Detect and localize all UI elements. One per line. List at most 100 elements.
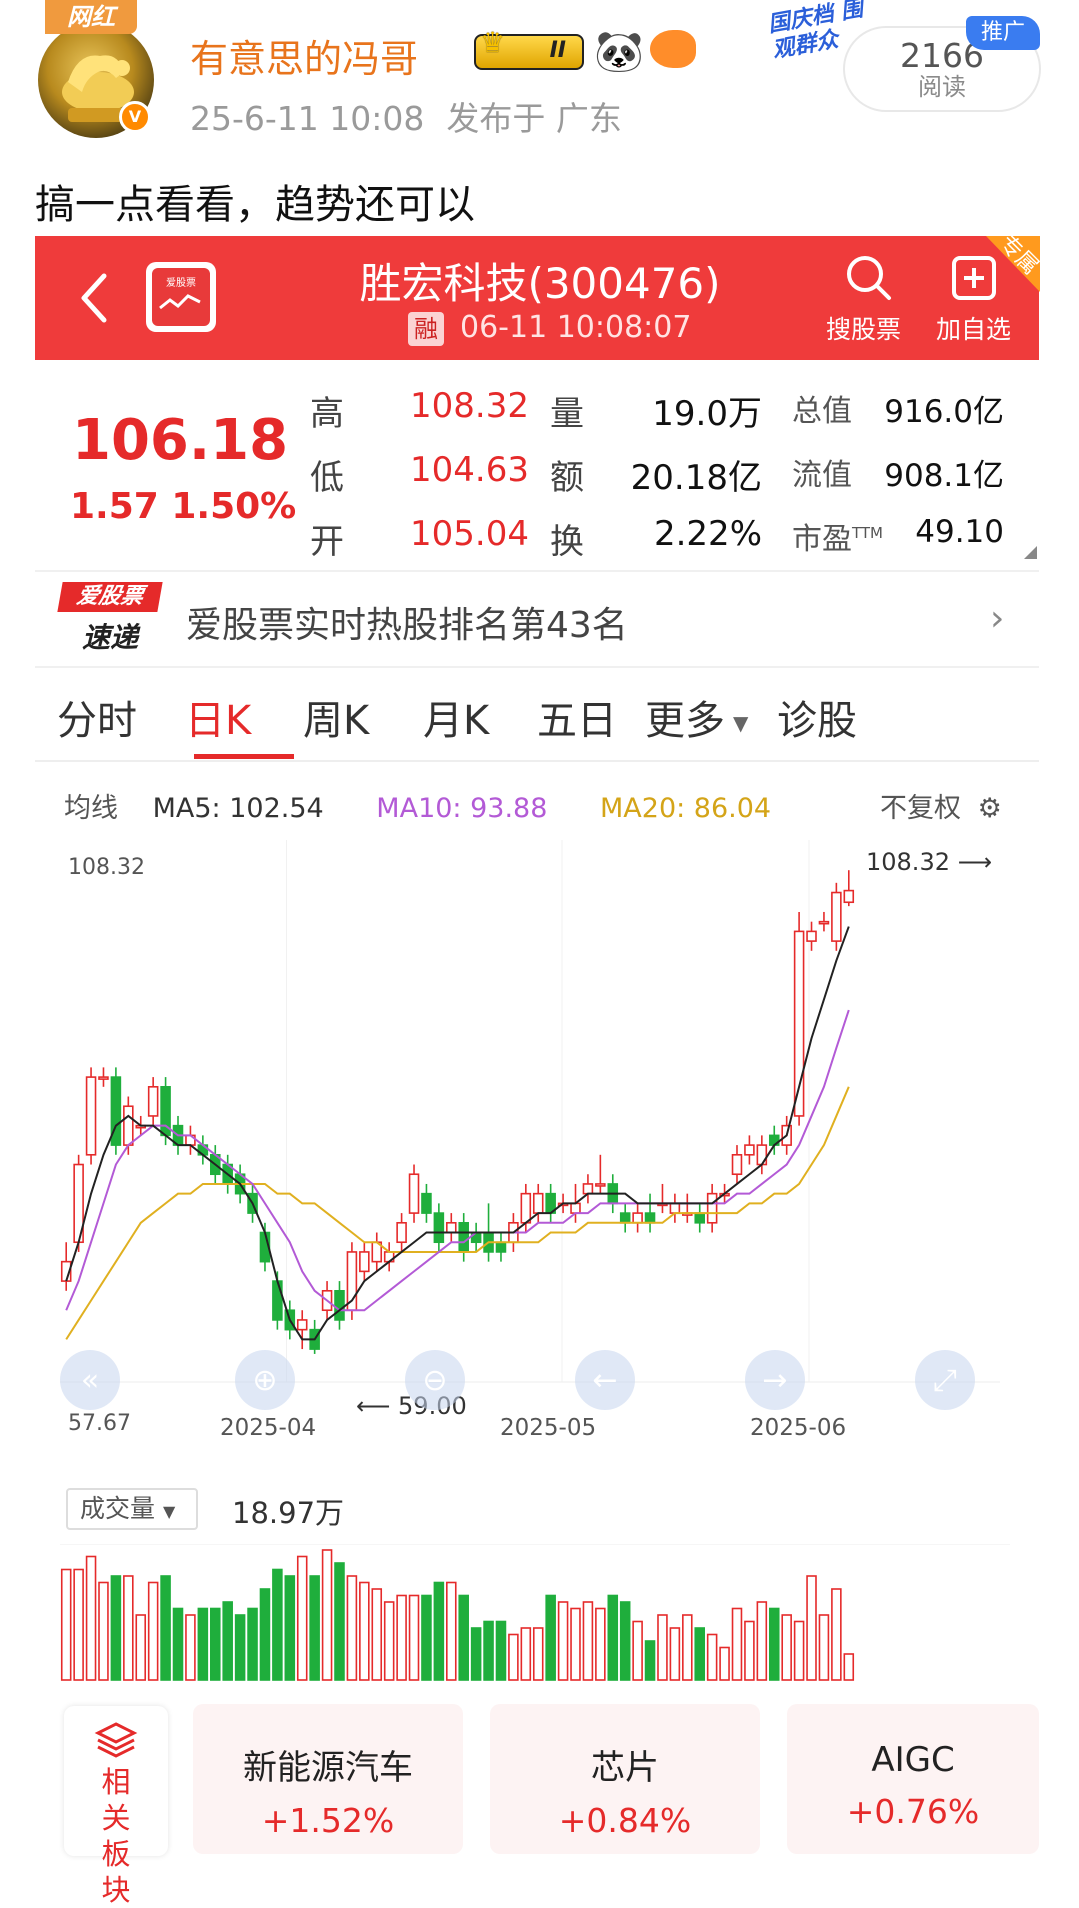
ma20-legend: MA20: 86.04 bbox=[600, 793, 772, 824]
rank-logo-top: 爱股票 bbox=[57, 582, 163, 612]
expand-triangle-icon[interactable] bbox=[1024, 546, 1037, 559]
arrow-left-icon-glyph: ← bbox=[592, 1363, 617, 1398]
stock-title: 胜宏科技(300476) bbox=[359, 259, 721, 308]
zoom-in-icon-glyph: ⊕ bbox=[252, 1363, 277, 1398]
candle-body bbox=[408, 1173, 420, 1214]
volume-bar bbox=[719, 1646, 730, 1681]
volume-bar bbox=[781, 1614, 792, 1681]
zoom-in-icon[interactable]: ⊕ bbox=[235, 1350, 295, 1410]
quote-label: 量 bbox=[550, 394, 584, 434]
post-text: 搞一点看看，趋势还可以 bbox=[35, 182, 475, 228]
candle-body bbox=[843, 889, 855, 904]
quote-value: 916.0亿 bbox=[884, 394, 1004, 430]
crown-icon: ♛ bbox=[480, 26, 506, 59]
candle-body bbox=[818, 920, 830, 925]
volume-bar bbox=[806, 1575, 817, 1681]
quote-value: 108.32 bbox=[410, 386, 529, 426]
quote-value: 104.63 bbox=[410, 450, 529, 490]
ma5-line bbox=[65, 926, 850, 1341]
candle-body bbox=[520, 1192, 532, 1224]
related-sectors-label: 相关板块 bbox=[101, 1765, 131, 1907]
volume-bar bbox=[383, 1601, 395, 1681]
quote-time: 06-11 10:08:07 bbox=[460, 310, 692, 345]
candle-body bbox=[731, 1154, 743, 1176]
promo-tag[interactable]: 推广 bbox=[966, 16, 1040, 50]
candle-body bbox=[669, 1202, 681, 1214]
caret-down-icon: ▼ bbox=[733, 711, 749, 735]
candle-body bbox=[446, 1222, 457, 1234]
volume-bar bbox=[694, 1627, 705, 1681]
trend-line-icon bbox=[159, 294, 201, 310]
tab-five-day[interactable]: 五日 bbox=[537, 688, 617, 746]
read-label: 阅读 bbox=[918, 73, 966, 101]
candle-body bbox=[396, 1222, 407, 1244]
quote-label: 开 bbox=[310, 522, 344, 562]
volume-indicator-select[interactable]: 成交量 ▼ bbox=[66, 1488, 198, 1530]
hot-rank-text: 爱股票实时热股排名第43名 bbox=[186, 605, 628, 646]
zoom-out-icon[interactable]: « bbox=[60, 1350, 120, 1410]
volume-bar bbox=[669, 1627, 681, 1681]
tab-more-label: 更多 bbox=[645, 698, 725, 744]
adjustment-setting[interactable]: 不复权 ⚙ bbox=[880, 786, 1002, 825]
volume-bar bbox=[557, 1601, 569, 1681]
tab-fenshi[interactable]: 分时 bbox=[57, 688, 137, 746]
volume-bar bbox=[309, 1575, 320, 1681]
arrow-right-icon[interactable]: → bbox=[745, 1350, 805, 1410]
zoom-out-icon-glyph: « bbox=[81, 1363, 99, 1398]
current-price: 106.18 bbox=[72, 408, 289, 473]
search-stock-button[interactable]: 搜股票 bbox=[826, 310, 901, 346]
vip-crown-badge[interactable]: ♛ II bbox=[474, 26, 584, 70]
volume-bar bbox=[272, 1568, 283, 1681]
volume-bar bbox=[632, 1620, 643, 1681]
tab-weekly-k[interactable]: 周K bbox=[303, 688, 369, 746]
kline-chart[interactable]: 108.3257.67108.32 ⟶⟵ 59.00« ⊕ ⊖ ← → ⤢2025-04 2… bbox=[60, 840, 1010, 1440]
candle-body bbox=[831, 891, 842, 942]
chevron-right-icon[interactable]: › bbox=[990, 598, 1004, 639]
candle-body bbox=[421, 1192, 432, 1214]
ma10-line bbox=[65, 1009, 850, 1312]
active-tab-indicator bbox=[194, 754, 294, 759]
tab-monthly-k[interactable]: 月K bbox=[423, 688, 489, 746]
fullscreen-icon[interactable]: ⤢ bbox=[915, 1350, 975, 1410]
tab-more[interactable]: 更多 ▼ bbox=[645, 688, 748, 746]
tab-daily-k[interactable]: 日K bbox=[185, 688, 251, 746]
x-axis-label: 2025-05 bbox=[500, 1415, 596, 1440]
rank-logo-bottom: 速递 bbox=[81, 621, 138, 654]
volume-bar bbox=[334, 1562, 345, 1681]
panda-icon[interactable]: 🐼 bbox=[594, 28, 644, 75]
volume-bar bbox=[110, 1575, 122, 1681]
vip-level: II bbox=[549, 38, 566, 63]
volume-bar bbox=[843, 1653, 855, 1681]
sector-card[interactable]: AIGC +0.76% bbox=[787, 1704, 1039, 1854]
candle-body bbox=[85, 1076, 97, 1156]
chart-tabs: 分时 日K 周K 月K 五日 更多 ▼ 诊股 bbox=[35, 664, 1039, 762]
gear-icon[interactable]: ⚙ bbox=[978, 793, 1002, 824]
volume-bar bbox=[73, 1568, 84, 1681]
candle-body bbox=[123, 1105, 134, 1146]
post-date: 25-6-11 10:08 bbox=[190, 99, 425, 138]
sector-card[interactable]: 芯片 +0.84% bbox=[490, 1704, 760, 1854]
quote-value: 105.04 bbox=[410, 514, 529, 554]
x-axis-label: 2025-06 bbox=[750, 1415, 846, 1440]
fish-icon[interactable] bbox=[650, 30, 696, 68]
username[interactable]: 有意思的冯哥 bbox=[190, 28, 418, 83]
volume-bar bbox=[595, 1607, 606, 1681]
candle-body bbox=[458, 1222, 469, 1253]
related-sectors-button[interactable]: 相关板块 bbox=[64, 1706, 168, 1907]
volume-bar bbox=[582, 1601, 594, 1681]
volume-bar bbox=[123, 1575, 134, 1681]
ma20-line bbox=[65, 1086, 850, 1340]
sector-card[interactable]: 新能源汽车 +1.52% bbox=[193, 1704, 463, 1854]
zoom-reset-icon[interactable]: ⊖ bbox=[405, 1350, 465, 1410]
arrow-left-icon[interactable]: ← bbox=[575, 1350, 635, 1410]
high-marker-label: 108.32 ⟶ bbox=[866, 848, 992, 876]
ma5-legend: MA5: 102.54 bbox=[152, 793, 324, 824]
volume-bar bbox=[210, 1607, 221, 1681]
back-icon[interactable] bbox=[70, 268, 120, 328]
search-icon[interactable] bbox=[843, 252, 895, 304]
wanghong-tag: 网红 bbox=[45, 0, 137, 34]
volume-bar bbox=[98, 1581, 109, 1681]
volume-bar bbox=[346, 1575, 358, 1681]
tab-diagnose[interactable]: 诊股 bbox=[777, 688, 857, 746]
volume-bar bbox=[520, 1627, 532, 1681]
